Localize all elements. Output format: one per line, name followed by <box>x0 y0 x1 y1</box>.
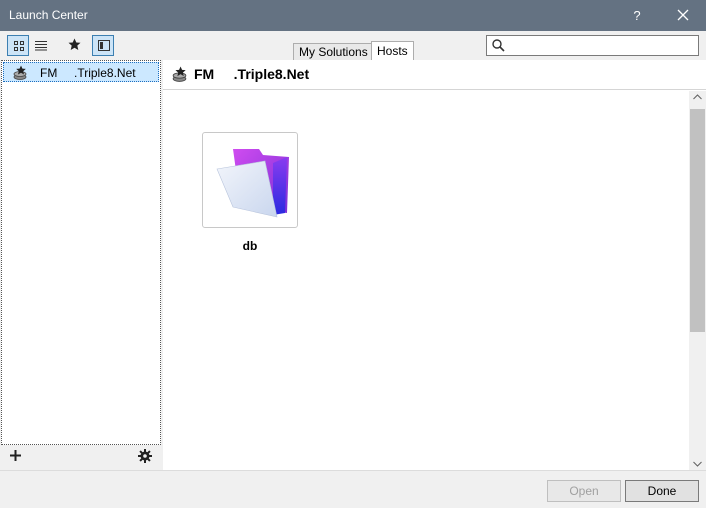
tab-my-solutions[interactable]: My Solutions <box>293 43 374 61</box>
search-box[interactable] <box>486 35 699 56</box>
sidebar-toggle-button[interactable] <box>92 35 114 56</box>
sidebar-toggle-icon <box>98 40 110 51</box>
favorites-button[interactable] <box>64 35 86 56</box>
dialog-footer: Open Done <box>0 470 706 508</box>
host-header: FM .Triple8.Net <box>163 60 706 90</box>
done-button[interactable]: Done <box>625 480 699 502</box>
hosts-sidebar: FM .Triple8.Net <box>1 60 161 445</box>
host-title: FM .Triple8.Net <box>194 66 310 82</box>
list-view-button[interactable] <box>30 35 52 56</box>
close-icon <box>677 9 689 21</box>
add-icon[interactable] <box>9 449 22 462</box>
scroll-down-icon[interactable] <box>693 461 702 467</box>
tab-my-solutions-label: My Solutions <box>299 45 368 59</box>
host-star-icon <box>13 65 27 80</box>
list-view-icon <box>35 41 47 51</box>
gear-icon[interactable] <box>138 449 152 463</box>
host-name: FM .Triple8.Net <box>40 66 136 80</box>
file-tile-db[interactable] <box>202 132 298 228</box>
sidebar-footer <box>1 445 161 469</box>
search-input[interactable] <box>509 37 695 54</box>
help-button[interactable]: ? <box>622 0 652 31</box>
search-icon <box>492 39 505 52</box>
scrollbar-thumb[interactable] <box>690 109 705 332</box>
files-panel: FM .Triple8.Net db <box>163 60 706 470</box>
grid-view-icon <box>14 41 24 51</box>
scroll-up-icon[interactable] <box>693 94 702 100</box>
window-title: Launch Center <box>9 8 88 22</box>
grid-view-button[interactable] <box>7 35 29 56</box>
open-button[interactable]: Open <box>547 480 621 502</box>
tab-hosts[interactable]: Hosts <box>371 41 414 62</box>
close-button[interactable] <box>660 0 706 31</box>
tab-hosts-label: Hosts <box>377 44 408 58</box>
vertical-scrollbar[interactable] <box>689 91 706 470</box>
file-name-db: db <box>242 239 258 253</box>
star-icon <box>68 38 81 50</box>
sidebar-item-host[interactable]: FM .Triple8.Net <box>3 62 159 82</box>
title-bar: Launch Center ? <box>0 0 706 31</box>
host-star-icon <box>172 66 187 82</box>
filemaker-folder-icon <box>216 149 289 218</box>
